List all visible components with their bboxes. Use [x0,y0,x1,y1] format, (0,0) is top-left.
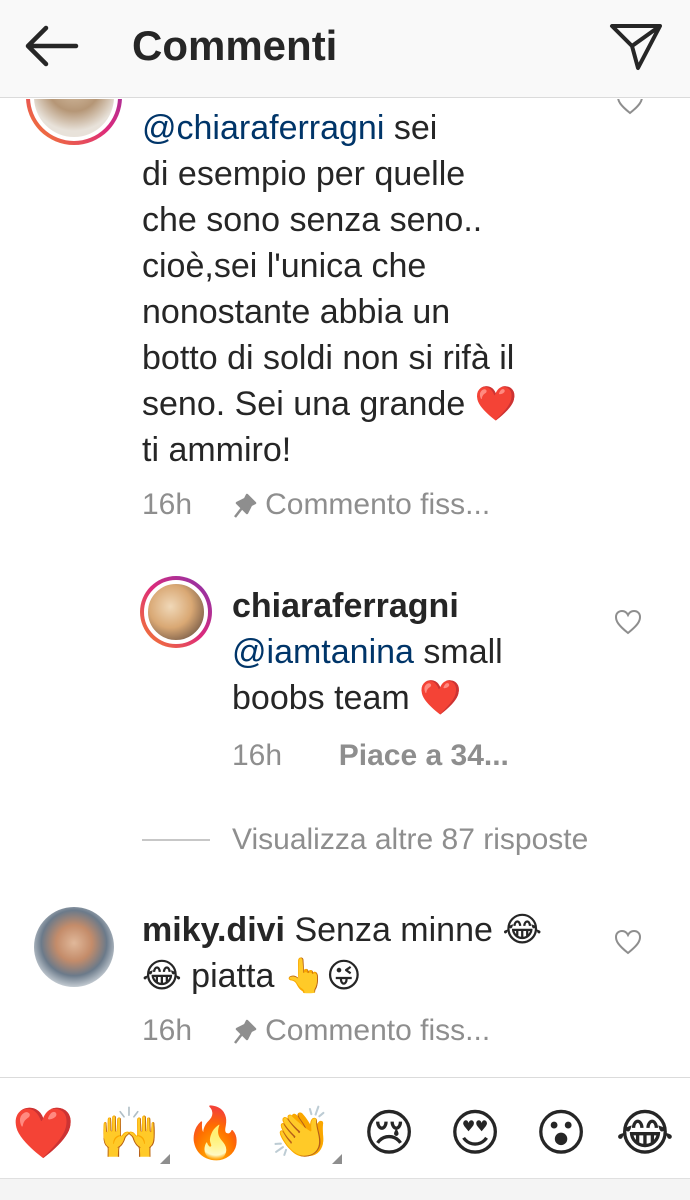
skin-tone-indicator-icon [160,1154,170,1164]
pinned-label[interactable]: Commento fiss... [265,488,490,521]
like-heart-icon[interactable] [616,99,644,115]
username[interactable]: chiaraferragni [232,587,459,625]
comment-input-edge [0,1178,690,1200]
top-bar: Commenti [0,0,690,98]
pin-icon [233,492,257,520]
avatar[interactable] [140,576,212,648]
avatar[interactable] [26,99,122,145]
comment-meta: 16h Commento fiss... [142,1011,490,1051]
avatar[interactable] [34,907,114,987]
skin-tone-indicator-icon [332,1154,342,1164]
red-heart-emoji-icon[interactable]: ❤️ [12,1102,74,1164]
timestamp: 16h [142,488,193,521]
mention-link[interactable]: @iamtanina [232,633,414,671]
crying-face-emoji-icon[interactable]: 😢 [358,1102,420,1164]
like-heart-icon[interactable] [614,609,642,635]
likes-count[interactable]: Piace a 34... [339,739,509,772]
username[interactable]: miky.divi [142,911,285,949]
comments-list[interactable]: @chiaraferragni sei di esempio per quell… [0,99,690,1076]
heart-eyes-emoji-icon[interactable]: 😍 [444,1102,506,1164]
comment-text: @chiaraferragni sei di esempio per quell… [142,109,518,469]
surprised-face-emoji-icon[interactable]: 😮 [530,1102,592,1164]
direct-send-icon[interactable] [608,20,664,72]
pinned-label[interactable]: Commento fiss... [265,1014,490,1047]
comment-text: miky.divi Senza minne 😂 😂 piatta 👆😜 [142,911,543,995]
replies-divider [142,839,210,841]
fire-emoji-icon[interactable]: 🔥 [184,1102,246,1164]
back-arrow-icon[interactable] [22,22,80,70]
view-more-replies[interactable]: Visualizza altre 87 risposte [232,820,588,860]
timestamp: 16h [232,739,283,772]
reply-text: chiaraferragni @iamtanina small boobs te… [232,587,503,717]
page-title: Commenti [132,22,338,69]
pin-icon [233,1018,257,1046]
raising-hands-emoji-icon[interactable]: 🙌 [98,1102,160,1164]
timestamp: 16h [142,1014,193,1047]
reply-meta: 16h Piace a 34... [232,736,509,776]
clapping-hands-emoji-icon[interactable]: 👏 [270,1102,332,1164]
comment-meta: 16h Commento fiss... [142,485,490,525]
tears-of-joy-emoji-icon[interactable]: 😂 [614,1102,676,1164]
mention-link[interactable]: @chiaraferragni [142,109,384,147]
like-heart-icon[interactable] [614,929,642,955]
